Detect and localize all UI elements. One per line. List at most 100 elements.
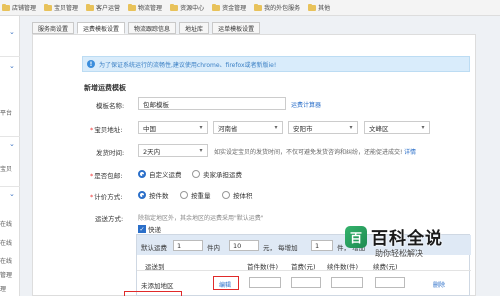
chevron-down-icon[interactable]: ⌄ <box>9 28 15 36</box>
folder-icon <box>128 3 137 11</box>
required-mark: * <box>90 126 94 134</box>
radio-icon <box>192 170 200 178</box>
menu-outsourcing[interactable]: 我的外包服务 <box>254 3 300 12</box>
region-highlight <box>124 291 182 296</box>
notice-text: 为了保证系统运行的流畅性,建议使用chrome、firefox或者新版ie! <box>99 61 277 69</box>
country-select[interactable]: 中国 ▾ <box>138 121 208 134</box>
edit-link[interactable]: 编辑 <box>219 280 231 289</box>
menu-logistics[interactable]: 物流管理 <box>128 3 162 12</box>
chevron-down-icon: ▾ <box>274 124 278 131</box>
menu-customers[interactable]: 客户运营 <box>86 3 120 12</box>
radio-by-volume[interactable]: 按体积 <box>222 190 253 200</box>
radio-selected-icon <box>138 170 146 178</box>
folder-icon <box>86 3 95 11</box>
divider <box>0 136 20 137</box>
radio-label: 卖家承担运费 <box>203 171 242 179</box>
city-value: 安阳市 <box>293 124 313 133</box>
row-first-qty-input[interactable] <box>249 277 281 288</box>
row-first-fee-input[interactable] <box>291 277 321 288</box>
watermark-logo-icon: 百 <box>345 226 367 248</box>
column-header: 首件数(件) <box>247 263 279 271</box>
shipping-method-hint: 除指定地区外，其余地区的运费采用"默认运费" <box>138 215 264 222</box>
radio-icon <box>222 191 230 199</box>
sidebar-item-label[interactable]: 宝贝 <box>0 164 12 173</box>
address-label-text: 宝贝地址: <box>94 126 123 134</box>
ship-time-label: 发货时间: <box>96 149 125 157</box>
free-shipping-label: *是否包邮: <box>90 170 122 180</box>
row-add-qty-input[interactable] <box>331 277 363 288</box>
sidebar-item-label[interactable]: 理 <box>0 284 6 293</box>
first-fee-input[interactable]: 10 <box>229 240 259 251</box>
chevron-down-icon: ▾ <box>199 124 203 131</box>
unit-label: 元， 每增加 <box>263 244 298 252</box>
district-value: 文峰区 <box>369 124 389 133</box>
info-icon: ! <box>87 60 95 68</box>
sidebar-item-label[interactable]: 在线 <box>0 256 12 265</box>
first-qty-input[interactable]: 1 <box>173 240 203 251</box>
radio-label: 自定义运费 <box>149 171 182 179</box>
settings-tabs: 服务商设置 运费模板设置 物流跟踪信息 地址库 运单模板设置 <box>32 22 263 34</box>
chevron-down-icon: ▾ <box>421 124 425 131</box>
express-label: 快递 <box>148 226 161 234</box>
radio-custom-freight[interactable]: 自定义运费 <box>138 169 182 179</box>
watermark-subtitle: 助你轻松解决 <box>375 249 423 258</box>
chevron-down-icon: ▾ <box>199 147 203 154</box>
section-title: 新增运费模板 <box>84 84 126 92</box>
radio-by-count[interactable]: 按件数 <box>138 190 169 200</box>
radio-seller-pays[interactable]: 卖家承担运费 <box>192 169 242 179</box>
watermark: 百 百科全说 助你轻松解决 <box>345 222 465 272</box>
free-shipping-label-text: 是否包邮: <box>94 172 123 180</box>
tab-waybill-template[interactable]: 运单模板设置 <box>212 22 261 34</box>
delete-link[interactable]: 删除 <box>433 280 445 289</box>
chevron-down-icon[interactable]: ⌄ <box>9 62 15 70</box>
browser-notice: ! 为了保证系统运行的流畅性,建议使用chrome、firefox或者新版ie! <box>82 56 470 72</box>
top-menu-bar: 店铺管理 宝贝管理 客户运营 物流管理 资源中心 资金管理 我的外包服务 其他 <box>0 0 500 16</box>
menu-other[interactable]: 其他 <box>308 3 330 12</box>
province-value: 河南省 <box>218 124 238 133</box>
radio-label: 按件数 <box>149 192 169 200</box>
column-header: 首费(元) <box>291 263 316 271</box>
ship-time-value: 2天内 <box>143 147 161 156</box>
chevron-down-icon[interactable]: ⌄ <box>9 140 15 148</box>
divider <box>0 56 20 57</box>
sidebar-item-label[interactable]: 平台 <box>0 108 12 117</box>
shipping-method-label: 运送方式: <box>95 215 124 223</box>
template-name-input[interactable]: 包邮模板 <box>138 97 286 110</box>
tab-tracking-info[interactable]: 物流跟踪信息 <box>128 22 177 34</box>
folder-icon <box>212 3 221 11</box>
radio-by-weight[interactable]: 按重量 <box>180 190 211 200</box>
menu-store[interactable]: 店铺管理 <box>2 3 36 12</box>
tab-shipping-template[interactable]: 运费模板设置 <box>77 22 126 34</box>
required-mark: * <box>90 172 94 180</box>
folder-icon <box>254 3 263 11</box>
checkmark-icon: ✓ <box>138 225 146 233</box>
menu-resources[interactable]: 资源中心 <box>170 3 204 12</box>
province-select[interactable]: 河南省 ▾ <box>213 121 283 134</box>
radio-icon <box>180 191 188 199</box>
add-qty-input[interactable]: 1 <box>311 240 333 251</box>
sidebar-item-label[interactable]: 管理 <box>0 270 12 279</box>
pricing-label: *计价方式: <box>90 191 122 201</box>
folder-icon <box>308 3 317 11</box>
sidebar-item-label[interactable]: 在线 <box>0 238 12 247</box>
sidebar-item-label[interactable]: 在线 <box>0 219 12 228</box>
template-name-label: 模板名称: <box>96 102 125 110</box>
express-checkbox[interactable]: ✓ 快递 <box>138 224 161 234</box>
folder-icon <box>170 3 179 11</box>
menu-funds[interactable]: 资金管理 <box>212 3 246 12</box>
radio-label: 按体积 <box>233 192 253 200</box>
district-select[interactable]: 文峰区 ▾ <box>364 121 430 134</box>
tab-address-book[interactable]: 地址库 <box>179 22 210 34</box>
tab-provider-settings[interactable]: 服务商设置 <box>32 22 75 34</box>
required-mark: * <box>90 193 94 201</box>
ship-time-select[interactable]: 2天内 ▾ <box>138 144 208 157</box>
chevron-down-icon[interactable]: ⌄ <box>9 190 15 198</box>
left-sidebar: ⌄ ⌄ 平台 ⌄ 宝贝 ⌄ 在线 在线 在线 管理 理 <box>0 16 20 296</box>
column-header: 运送到 <box>145 263 165 271</box>
menu-products[interactable]: 宝贝管理 <box>44 3 78 12</box>
ship-time-hint: 如实设定宝贝的发货时间，不仅可避免发货咨询和纠纷，还能促进成交! <box>214 149 403 156</box>
city-select[interactable]: 安阳市 ▾ <box>288 121 358 134</box>
freight-calculator-link[interactable]: 运费计算器 <box>291 100 321 109</box>
row-add-fee-input[interactable] <box>375 277 405 288</box>
ship-time-detail-link[interactable]: 详情 <box>404 147 416 156</box>
